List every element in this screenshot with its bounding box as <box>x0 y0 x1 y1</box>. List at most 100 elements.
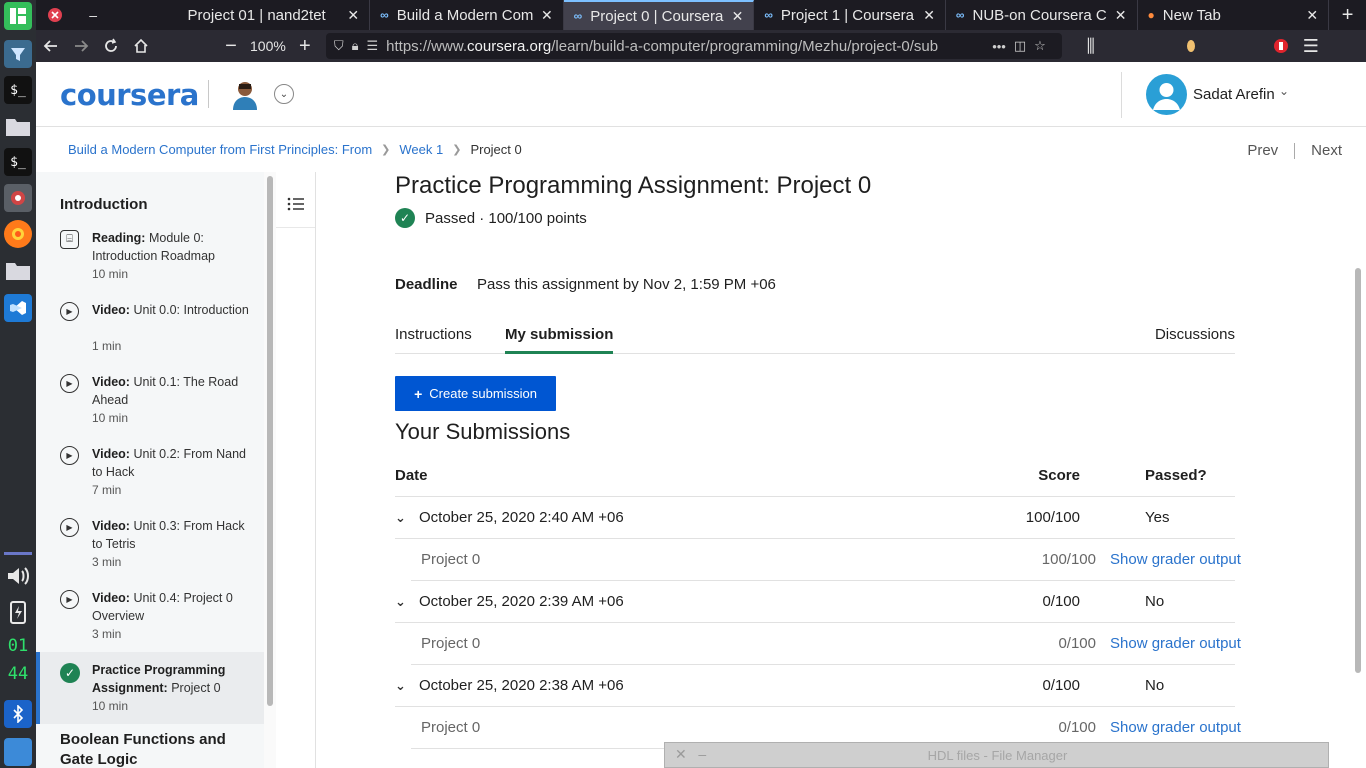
close-tab-icon[interactable]: ✕ <box>1306 7 1318 24</box>
firefox-icon[interactable] <box>4 220 32 248</box>
prev-button[interactable]: Prev <box>1247 142 1278 159</box>
assignment-tabs: Instructions My submission Discussions <box>395 320 1235 354</box>
url-domain: coursera.org <box>467 37 552 55</box>
breadcrumb-course-link[interactable]: Build a Modern Computer from First Princ… <box>68 142 372 157</box>
tab-discussions[interactable]: Discussions <box>1155 326 1235 343</box>
close-tab-icon[interactable]: ✕ <box>347 7 359 24</box>
forward-arrow-icon[interactable] <box>66 31 96 61</box>
app-icon[interactable] <box>4 184 32 212</box>
filter-app-icon[interactable] <box>4 40 32 68</box>
vscode-icon[interactable] <box>4 294 32 322</box>
tab-project-1-coursera[interactable]: ∞ Project 1 | Coursera ✕ <box>754 0 946 30</box>
coursera-logo[interactable]: coursera <box>60 78 199 112</box>
terminal-icon[interactable]: $_ <box>4 76 32 104</box>
coursera-favicon-icon: ∞ <box>764 8 773 22</box>
sidebar-item-label: Video: Unit 0.0: Introduction <box>92 301 252 319</box>
folder-icon[interactable] <box>4 112 32 140</box>
main-scrollbar[interactable] <box>1352 172 1364 768</box>
page-actions-icon[interactable]: ••• <box>992 39 1006 54</box>
show-grader-output-link[interactable]: Show grader output <box>1110 719 1241 736</box>
breadcrumb-week-link[interactable]: Week 1 <box>399 142 443 157</box>
pocket-icon[interactable]: ◫ <box>1014 38 1026 54</box>
chevron-down-icon[interactable]: ⌄ <box>274 84 294 104</box>
sidebar-item-video-unit-0-2[interactable]: ▶ Video: Unit 0.2: From Nand to Hack 7 m… <box>36 445 264 507</box>
zoom-out-icon[interactable]: − <box>218 31 244 61</box>
minimize-window-icon[interactable]: – <box>75 0 112 30</box>
chevron-down-icon[interactable]: ⌄ <box>395 594 406 610</box>
reload-icon[interactable] <box>96 31 126 61</box>
desktop-icon[interactable] <box>4 738 32 766</box>
submission-date: October 25, 2020 2:40 AM +06 <box>419 509 624 526</box>
chevron-down-icon[interactable]: ⌄ <box>395 678 406 694</box>
sidebar-item-video-unit-0-0[interactable]: ▶ Video: Unit 0.0: Introduction 1 min <box>36 301 264 363</box>
tab-my-submission[interactable]: My submission <box>505 326 614 354</box>
bluetooth-icon[interactable] <box>4 700 32 728</box>
main-scrollbar-thumb[interactable] <box>1355 268 1361 673</box>
permissions-icon[interactable]: ☰ <box>367 38 379 54</box>
coursera-header: coursera ⌄ Sadat Arefin ⌄ <box>36 62 1366 127</box>
outline-toggle-column <box>276 172 316 768</box>
extension-icon[interactable] <box>1176 31 1206 61</box>
chevron-down-icon[interactable]: ⌄ <box>395 510 406 526</box>
tab-nand2tetris-project-01[interactable]: Project 01 | nand2tet ✕ <box>178 0 371 30</box>
sidebar-item-video-unit-0-3[interactable]: ▶ Video: Unit 0.3: From Hack to Tetris 3… <box>36 517 264 579</box>
item-duration: 10 min <box>92 267 129 281</box>
user-name[interactable]: Sadat Arefin <box>1193 86 1275 103</box>
user-avatar[interactable] <box>1146 74 1187 115</box>
shield-icon[interactable]: ⛉ <box>334 38 344 54</box>
back-arrow-icon[interactable] <box>36 31 66 61</box>
chevron-right-icon: ❯ <box>381 144 391 156</box>
address-bar[interactable]: ⛉ 🔒︎ ☰ https://www.coursera.org/learn/bu… <box>325 33 1062 59</box>
file-manager-window[interactable]: ✕ – HDL files - File Manager <box>664 742 1329 768</box>
tab-build-modern-computer[interactable]: ∞ Build a Modern Comp ✕ <box>370 0 564 30</box>
tab-project-0-coursera[interactable]: ∞ Project 0 | Coursera ✕ <box>563 0 755 30</box>
next-button[interactable]: Next <box>1311 142 1342 159</box>
sidebar-section-title-2[interactable]: Boolean Functions and Gate Logic <box>60 730 240 768</box>
volume-icon[interactable] <box>4 562 32 590</box>
close-tab-icon[interactable]: ✕ <box>1115 7 1127 24</box>
tab-new-tab[interactable]: ● New Tab ✕ <box>1138 0 1330 30</box>
close-window-icon[interactable] <box>36 0 75 30</box>
adblock-icon[interactable] <box>1266 31 1296 61</box>
bookmark-star-icon[interactable]: ☆ <box>1034 38 1046 54</box>
submissions-heading: Your Submissions <box>395 419 571 444</box>
sidebar-item-practice-assignment[interactable]: ✓ Practice Programming Assignment: Proje… <box>36 652 264 724</box>
play-icon: ▶ <box>60 518 79 537</box>
sidebar-scrollbar[interactable] <box>264 172 276 768</box>
submission-date: October 25, 2020 2:38 AM +06 <box>419 677 624 694</box>
sidebar-item-video-unit-0-1[interactable]: ▶ Video: Unit 0.1: The Road Ahead 10 min <box>36 373 264 435</box>
close-tab-icon[interactable]: ✕ <box>732 8 744 25</box>
zoom-in-icon[interactable]: + <box>292 31 318 61</box>
sidebar-scrollbar-thumb[interactable] <box>267 176 273 706</box>
close-tab-icon[interactable]: ✕ <box>541 7 553 24</box>
hamburger-menu-icon[interactable]: ☰ <box>1296 31 1326 61</box>
sidebar-item-reading-module-0[interactable]: ⌸ Reading: Module 0: Introduction Roadma… <box>36 229 264 291</box>
submission-row[interactable]: ⌄ October 25, 2020 2:39 AM +06 0/100 No <box>395 581 1235 623</box>
url-prefix: https://www. <box>386 37 468 55</box>
tab-instructions[interactable]: Instructions <box>395 326 472 343</box>
coursera-favicon-icon: ∞ <box>955 8 965 22</box>
partner-avatar[interactable] <box>230 78 260 110</box>
battery-icon[interactable] <box>4 598 32 626</box>
manjaro-menu-icon[interactable] <box>4 2 32 30</box>
zoom-level[interactable]: 100% <box>244 38 292 54</box>
sidebar-section-title[interactable]: Introduction <box>60 195 147 215</box>
library-icon[interactable]: ⫼ <box>1076 31 1106 61</box>
terminal-icon-2[interactable]: $_ <box>4 148 32 176</box>
show-grader-output-link[interactable]: Show grader output <box>1110 635 1241 652</box>
header-divider <box>208 80 209 108</box>
submission-row[interactable]: ⌄ October 25, 2020 2:40 AM +06 100/100 Y… <box>395 497 1235 539</box>
folder-icon-2[interactable] <box>4 256 32 284</box>
home-icon[interactable] <box>126 31 156 61</box>
tab-nub-on-coursera[interactable]: ∞ NUB-on Coursera Ca ✕ <box>946 0 1138 30</box>
close-tab-icon[interactable]: ✕ <box>923 7 935 24</box>
new-tab-plus-icon[interactable]: + <box>1329 0 1366 30</box>
create-submission-button[interactable]: + Create submission <box>395 376 556 411</box>
submission-row[interactable]: ⌄ October 25, 2020 2:38 AM +06 0/100 No <box>395 665 1235 707</box>
lock-icon[interactable]: 🔒︎ <box>352 38 359 54</box>
list-toggle-icon[interactable] <box>276 180 315 228</box>
submission-passed: No <box>1145 677 1165 694</box>
show-grader-output-link[interactable]: Show grader output <box>1110 551 1241 568</box>
chevron-down-icon[interactable]: ⌄ <box>1279 84 1289 98</box>
sidebar-item-video-unit-0-4[interactable]: ▶ Video: Unit 0.4: Project 0 Overview 3 … <box>36 589 264 651</box>
